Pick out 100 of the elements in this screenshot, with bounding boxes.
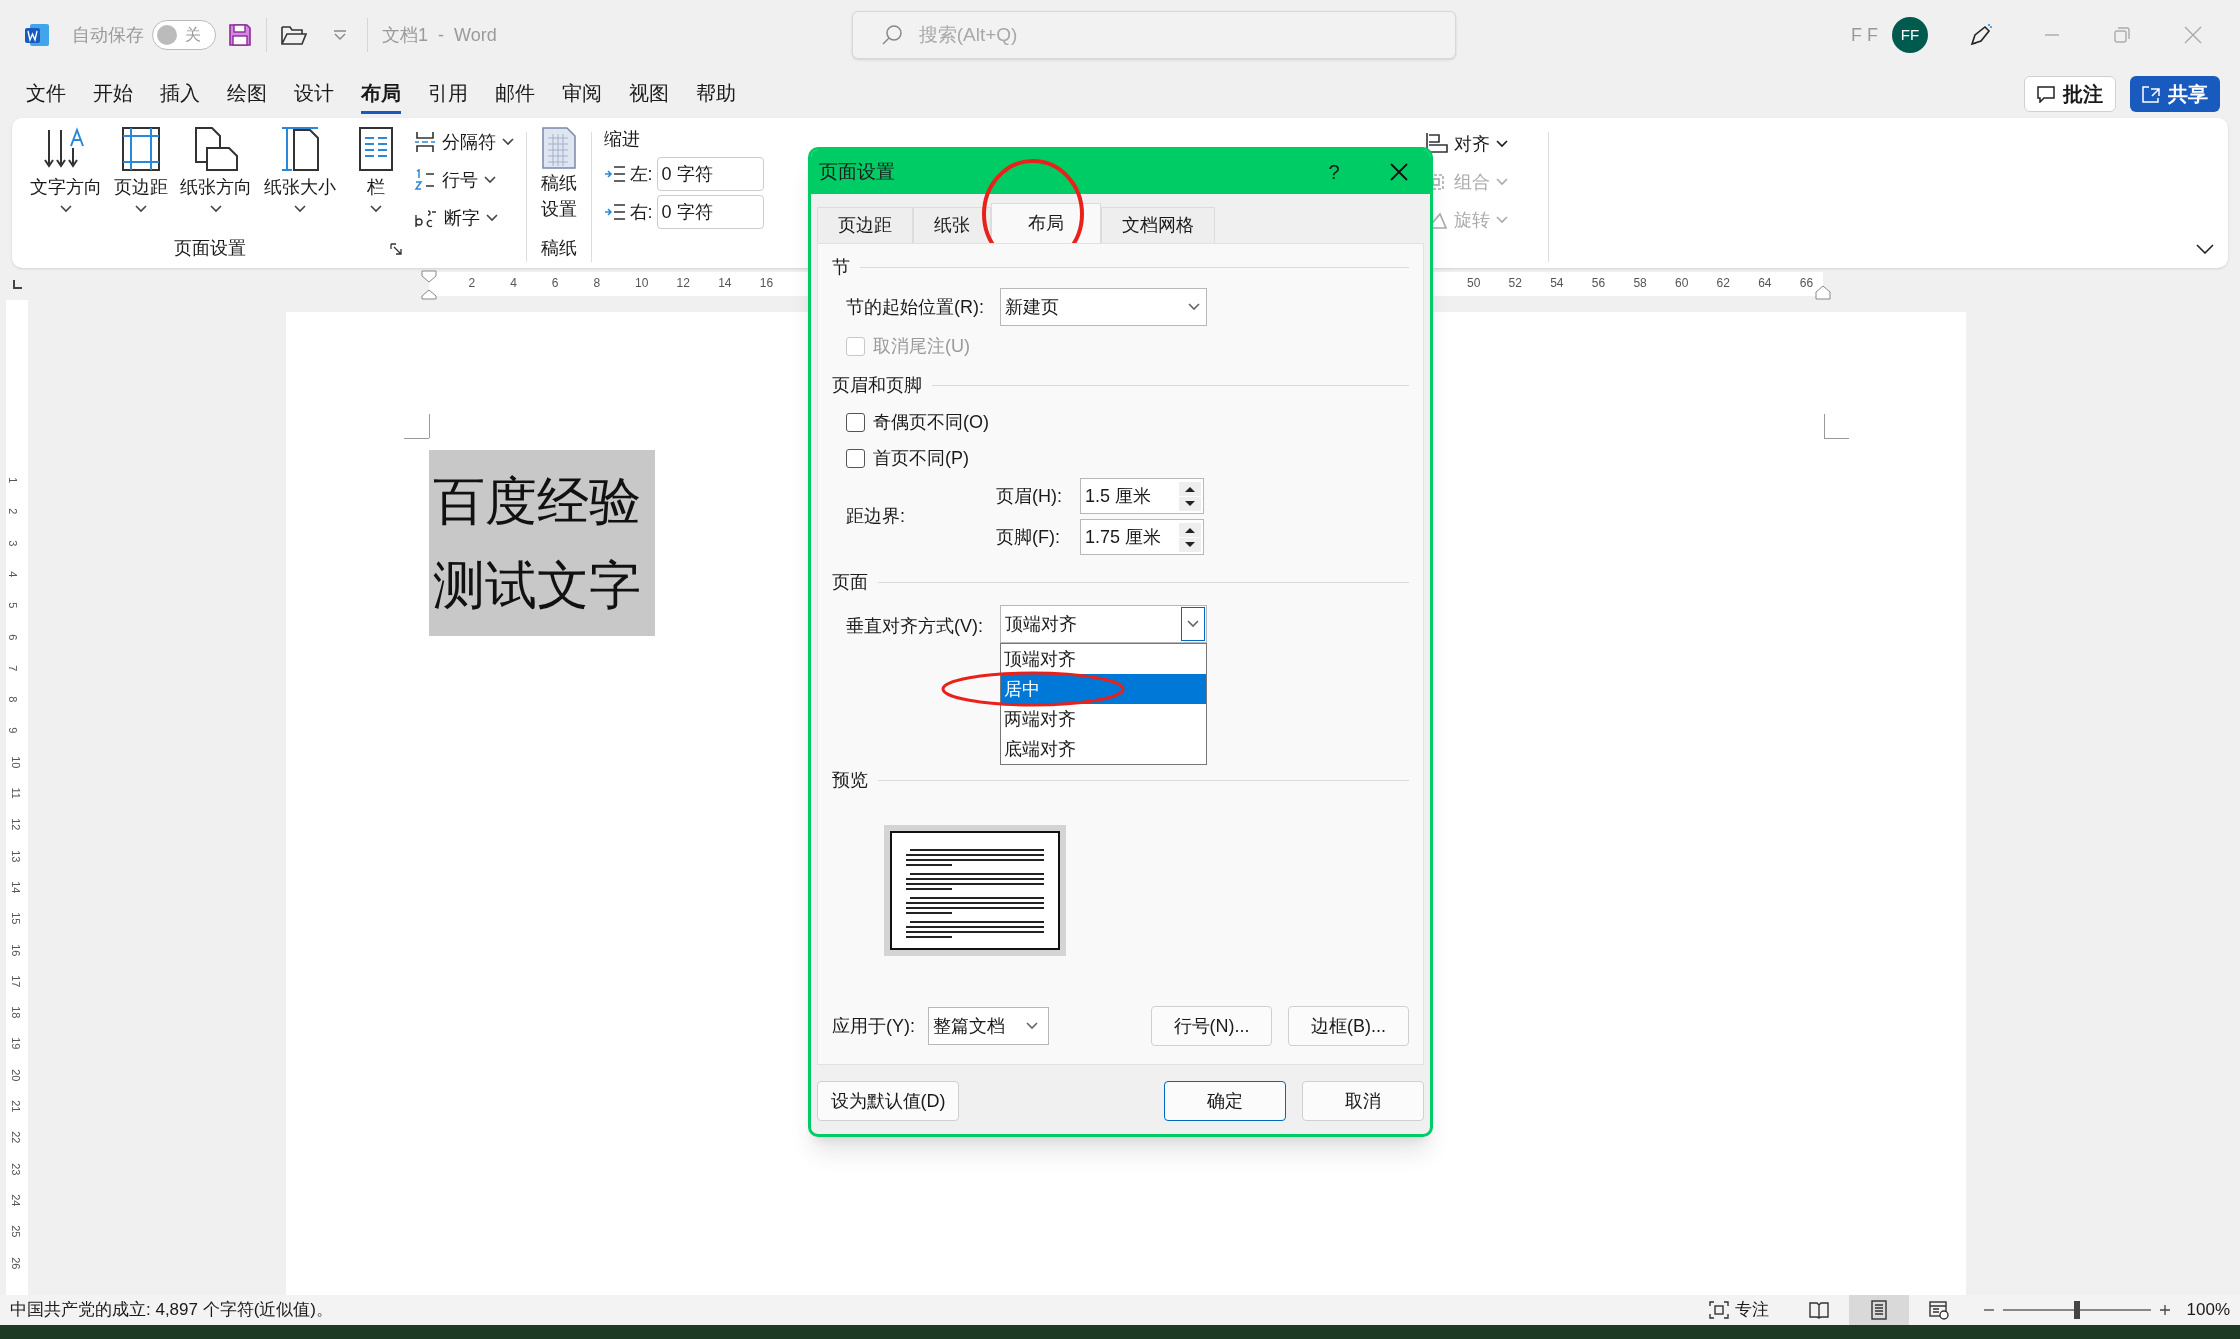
field-label: 节的起始位置(R): [846,295,985,319]
document-text: 百度经验 [433,471,642,532]
ribbon-button[interactable]: 断字 [414,202,514,234]
spin-field[interactable]: 0 字符 [656,195,764,229]
ribbon-button[interactable]: 页边距 [110,126,172,213]
zoom-in-icon[interactable] [2158,1304,2171,1316]
margins-icon [121,126,161,172]
field-label: 右: [629,200,653,224]
chevron-down-icon [1187,620,1199,628]
chevron-down-icon [60,205,72,213]
ribbon-button[interactable]: 文字方向 [26,126,106,213]
ribbon-tab[interactable]: 开始 [93,74,133,114]
ribbon-button[interactable]: 行号 [414,164,514,196]
set-default-button[interactable]: 设为默认值(D) [817,1081,959,1121]
ok-button[interactable]: 确定 [1164,1081,1286,1121]
dialog-launcher-icon[interactable] [390,242,402,255]
tab-selector-icon[interactable] [12,280,22,290]
ribbon-tab[interactable]: 视图 [629,74,669,114]
spin-up-icon[interactable] [1179,481,1201,496]
spin-field[interactable]: 1.75 厘米 [1080,519,1204,555]
spin-down-icon[interactable] [1179,537,1201,552]
dropdown-option[interactable]: 底端对齐 [1001,734,1206,764]
ribbon-tab[interactable]: 设计 [294,74,334,114]
chevron-down-icon [486,214,498,222]
share-button[interactable]: 共享 [2130,76,2220,112]
collapse-ribbon-icon[interactable] [2196,244,2214,254]
checkbox[interactable] [846,412,865,432]
dialog-button[interactable]: 边框(B)... [1288,1006,1409,1046]
dropdown-option[interactable]: 顶端对齐 [1001,644,1206,674]
ribbon-tab[interactable]: 邮件 [495,74,535,114]
comment-button[interactable]: 批注 [2024,76,2116,112]
cancel-button[interactable]: 取消 [1302,1081,1424,1121]
dialog-tab[interactable]: 页边距 [817,207,913,243]
ruler-number: 17 [9,974,24,988]
zoom-level[interactable]: 100% [2186,1297,2230,1323]
ruler-number: 1 [6,477,21,484]
checkbox[interactable] [846,448,865,468]
spin-field[interactable]: 1.5 厘米 [1080,478,1204,514]
dropdown-option[interactable]: 两端对齐 [1001,704,1206,734]
ruler-number: 56 [1591,275,1606,292]
ribbon-button[interactable]: 对齐 [1425,128,1508,160]
close-icon[interactable] [1390,163,1408,181]
user-avatar[interactable]: FF [1892,17,1928,53]
ruler-number: 11 [8,787,23,799]
section-heading: 页面 [832,570,868,594]
help-button[interactable]: ? [1314,157,1354,187]
ribbon-tab[interactable]: 插入 [160,74,200,114]
ruler-number: 15 [9,912,24,925]
chevron-down-icon [1495,140,1508,148]
word-count[interactable]: 中国共产党的成立: 4,897 个字符(近似值)。 [10,1297,334,1323]
customize-caret-icon[interactable] [333,29,347,41]
dropdown-button[interactable] [1181,607,1205,641]
ruler-number: 58 [1633,275,1647,292]
chevron-down-icon [1495,178,1508,186]
ruler-number: 14 [718,275,732,292]
zoom-slider-thumb[interactable] [2073,1301,2080,1319]
ruler-number: 16 [9,943,24,956]
dialog-button[interactable]: 行号(N)... [1151,1006,1272,1046]
save-icon[interactable] [228,23,252,47]
ruler-number: 21 [9,1100,24,1113]
ribbon-button[interactable]: 纸张大小 [260,126,340,213]
ruler-number: 6 [551,275,559,292]
ribbon-button[interactable]: 纸张方向 [176,126,256,213]
ruler-number: 25 [9,1225,24,1238]
ruler-number: 13 [9,849,24,862]
ribbon-tab[interactable]: 帮助 [696,74,736,114]
ruler-number: 4 [6,571,21,578]
ribbon-button[interactable]: 分隔符 [414,126,514,158]
checkbox-label: 奇偶页不同(O) [873,410,989,434]
spin-down-icon[interactable] [1179,496,1201,511]
indent-left-icon [603,165,626,183]
dropdown-option[interactable]: 居中 [1001,674,1206,704]
ribbon-tab[interactable]: 审阅 [562,74,602,114]
web-layout-icon [1928,1300,1949,1320]
folder-icon[interactable] [281,24,307,46]
ribbon-button[interactable]: 栏 [354,126,398,213]
dropdown-field[interactable]: 整篇文档 [928,1007,1049,1045]
spin-field[interactable]: 0 字符 [656,157,764,191]
dialog-tab[interactable]: 文档网格 [1101,207,1215,243]
ruler-number: 22 [9,1131,24,1144]
dialog-tab[interactable]: 布局 [991,203,1101,243]
ribbon-tab[interactable]: 文件 [26,74,66,114]
right-indent-marker-icon[interactable] [1815,284,1831,300]
ribbon-button[interactable]: 稿纸设置 [539,126,579,222]
dropdown-field[interactable]: 顶端对齐 [1000,605,1207,643]
ribbon-tab[interactable]: 布局 [361,74,401,114]
ruler-number: 7 [6,665,21,672]
view-button[interactable] [1848,1295,1909,1325]
focus-icon [1708,1301,1729,1319]
ruler-number: 66 [1799,275,1814,292]
dialog-tab[interactable]: 纸张 [913,207,991,243]
focus-button[interactable]: 专注 [1708,1297,1769,1323]
pen-icon[interactable] [1968,22,1994,48]
hyphenation-icon [414,207,438,229]
ribbon-tab[interactable]: 引用 [428,74,468,114]
ruler-number: 2 [6,508,21,515]
spin-up-icon[interactable] [1179,522,1201,537]
dropdown-field[interactable]: 新建页 [1000,288,1207,326]
ribbon-tab[interactable]: 绘图 [227,74,267,114]
indent-marker-icon[interactable] [421,270,437,300]
